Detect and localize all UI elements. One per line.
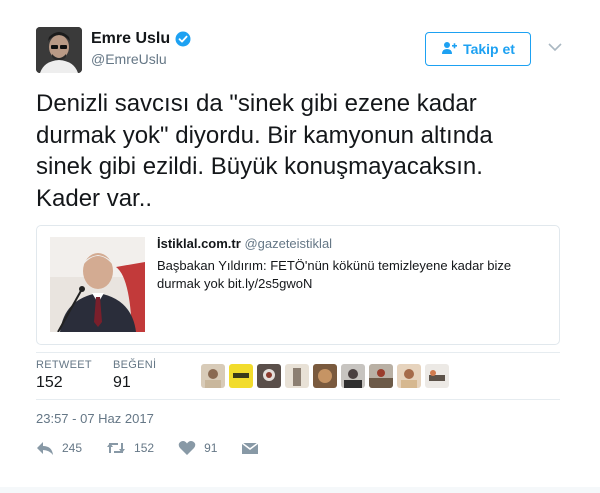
bottom-edge bbox=[0, 487, 600, 493]
tweet-card: Emre Uslu @EmreUslu Takip et Denizli sav… bbox=[0, 0, 600, 493]
like-button[interactable]: 91 bbox=[178, 440, 217, 456]
follow-button-label: Takip et bbox=[463, 41, 515, 57]
chevron-down-icon[interactable] bbox=[547, 40, 563, 52]
retweet-button[interactable]: 152 bbox=[106, 440, 154, 456]
like-stat[interactable]: BEĞENİ 91 bbox=[113, 359, 156, 392]
heart-icon bbox=[178, 440, 196, 456]
message-icon bbox=[241, 440, 259, 456]
liker-avatar[interactable] bbox=[229, 364, 253, 388]
like-stat-label: BEĞENİ bbox=[113, 359, 157, 371]
reply-count: 245 bbox=[62, 441, 83, 455]
retweet-count: 152 bbox=[134, 441, 155, 455]
liker-avatar[interactable] bbox=[285, 364, 309, 388]
quoted-tweet-image bbox=[50, 237, 145, 332]
tweet-actions: 245 152 91 bbox=[36, 440, 283, 456]
liker-avatar[interactable] bbox=[201, 364, 225, 388]
reply-icon bbox=[36, 440, 54, 456]
author-handle[interactable]: @EmreUslu bbox=[91, 51, 167, 67]
divider bbox=[36, 352, 560, 353]
author-name[interactable]: Emre Uslu bbox=[91, 30, 191, 48]
like-stat-count: 91 bbox=[113, 374, 131, 391]
liker-avatar[interactable] bbox=[397, 364, 421, 388]
like-count: 91 bbox=[204, 441, 218, 455]
liker-avatar[interactable] bbox=[425, 364, 449, 388]
retweet-stat-count: 152 bbox=[36, 374, 63, 391]
liker-avatar[interactable] bbox=[257, 364, 281, 388]
liker-avatar[interactable] bbox=[341, 364, 365, 388]
tweet-timestamp[interactable]: 23:57 - 07 Haz 2017 bbox=[36, 411, 154, 426]
author-name-text: Emre Uslu bbox=[91, 30, 171, 47]
message-button[interactable] bbox=[241, 440, 259, 456]
quoted-tweet-text: Başbakan Yıldırım: FETÖ'nün kökünü temiz… bbox=[157, 258, 512, 291]
verified-icon bbox=[175, 31, 191, 47]
likers-avatars bbox=[201, 364, 449, 388]
reply-button[interactable]: 245 bbox=[36, 440, 82, 456]
tweet-text: Denizli savcısı da "sinek gibi ezene kad… bbox=[36, 90, 493, 212]
quoted-author-name: İstiklal.com.tr bbox=[157, 236, 241, 251]
retweet-stat-label: RETWEET bbox=[36, 359, 92, 371]
follow-button[interactable]: Takip et bbox=[425, 32, 531, 66]
avatar[interactable] bbox=[36, 27, 82, 73]
retweet-stat[interactable]: RETWEET 152 bbox=[36, 359, 92, 392]
quoted-tweet[interactable]: İstiklal.com.tr @gazeteistiklal Başbakan… bbox=[36, 225, 560, 345]
follow-person-icon bbox=[441, 41, 458, 58]
divider bbox=[36, 399, 560, 400]
retweet-icon bbox=[106, 440, 126, 456]
liker-avatar[interactable] bbox=[369, 364, 393, 388]
liker-avatar[interactable] bbox=[313, 364, 337, 388]
quoted-tweet-header: İstiklal.com.tr @gazeteistiklal bbox=[157, 236, 332, 251]
quoted-author-handle: @gazeteistiklal bbox=[244, 236, 333, 251]
